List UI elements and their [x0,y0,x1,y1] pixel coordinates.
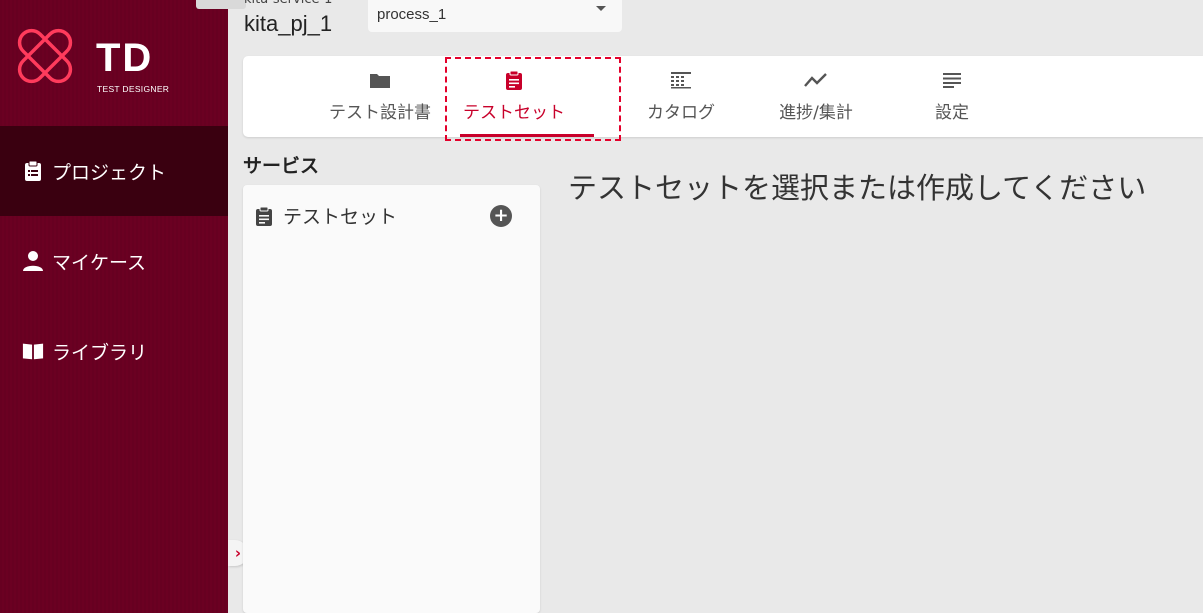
clipboard-icon [505,70,523,90]
active-tab-underline [460,134,594,137]
lines-icon [942,70,962,90]
logo-text: TD [96,36,154,80]
tab-label: カタログ [647,103,715,123]
empty-state-message: テストセットを選択または作成してください [568,171,1147,205]
sidebar-item-label: マイケース [52,251,147,274]
process-select[interactable]: process_1 [368,0,622,32]
service-label: kita-service-1 [244,0,332,7]
sidebar-item-project[interactable]: プロジェクト [0,126,228,216]
person-icon [22,250,44,272]
chevron-right-icon: › [234,544,242,562]
tab-label: 進捗/集計 [779,103,853,123]
table-icon [670,70,692,90]
app-logo: TD TEST DESIGNER [8,14,208,94]
list-item-label: テストセット [283,206,398,228]
tab-test-design[interactable]: テスト設計書 [310,56,450,137]
folder-icon [369,70,391,90]
project-title: kita_pj_1 [244,11,333,36]
logo-mark-icon [17,28,73,84]
section-title: サービス [243,155,320,177]
tab-settings[interactable]: 設定 [882,56,1022,137]
add-test-set-button[interactable]: + [490,205,512,227]
logo-subtitle: TEST DESIGNER [97,84,170,94]
tab-bar: テスト設計書 テストセット カタログ 進捗/集計 設定 [243,56,1203,137]
sidebar-item-label: プロジェクト [52,161,167,184]
tab-label: テスト設計書 [329,103,431,123]
header-tab-edge [196,0,246,9]
sidebar-item-library[interactable]: ライブラリ [0,306,228,396]
book-icon [22,340,44,362]
tab-label: 設定 [935,103,969,123]
tab-catalog[interactable]: カタログ [611,56,751,137]
sidebar-item-label: ライブラリ [52,341,148,364]
tab-label: テストセット [463,103,565,123]
tab-test-set[interactable]: テストセット [444,56,594,137]
test-set-panel: テストセット [243,185,540,613]
trend-icon [804,70,828,90]
chevron-down-icon [596,6,606,11]
clipboard-icon [22,160,44,182]
sidebar-item-mycase[interactable]: マイケース [0,216,228,306]
clipboard-icon [255,206,273,226]
add-circle-icon: + [493,205,509,226]
sidebar: TD TEST DESIGNER プロジェクト マイケース ライブラリ [0,0,228,613]
tab-progress[interactable]: 進捗/集計 [746,56,886,137]
list-item[interactable]: テストセット [255,202,397,229]
process-select-value: process_1 [377,6,447,23]
